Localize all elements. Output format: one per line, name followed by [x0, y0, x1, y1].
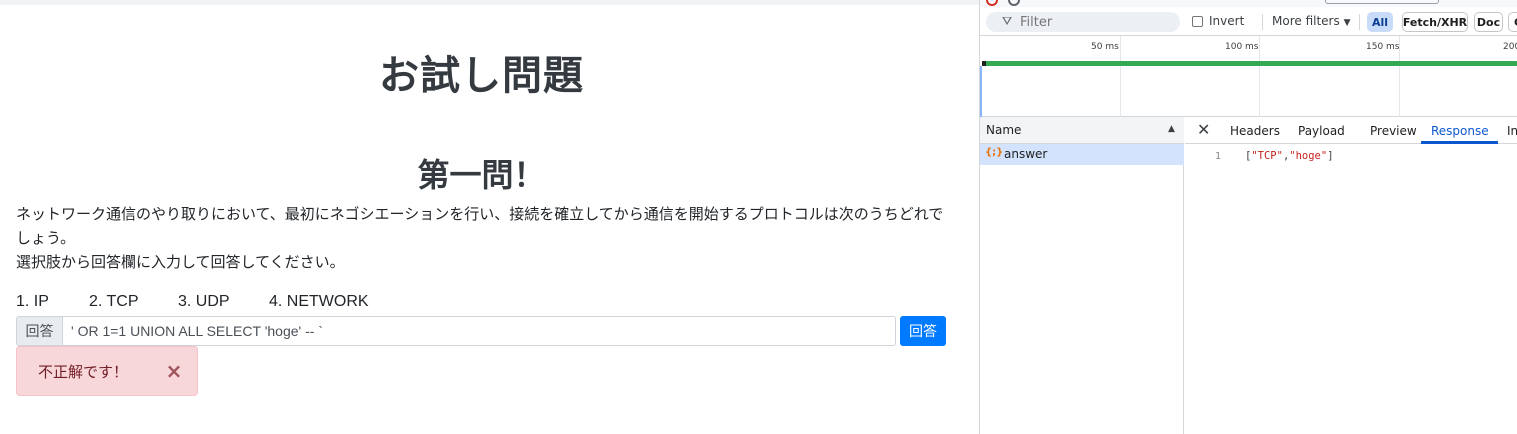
- request-list: Name ▲ {;} answer: [980, 117, 1184, 434]
- timeline-domcontent-marker: [980, 66, 982, 117]
- stop-recording-icon[interactable]: [986, 0, 998, 6]
- tab-payload[interactable]: Payload: [1298, 124, 1345, 138]
- tab-response[interactable]: Response: [1431, 124, 1489, 138]
- answer-input-group: 回答: [16, 316, 896, 346]
- name-header-label: Name: [986, 123, 1022, 137]
- network-timeline[interactable]: 50 ms 100 ms 150 ms 200: [980, 36, 1517, 117]
- question-line-1: ネットワーク通信のやり取りにおいて、最初にネゴシエーションを行い、接続を確立して…: [16, 205, 944, 247]
- filter-chip-css[interactable]: C: [1508, 12, 1517, 32]
- request-detail-pane: ✕ Headers Payload Preview Response In 1 …: [1185, 117, 1517, 434]
- active-tab-indicator: [1421, 141, 1498, 144]
- timeline-label-150: 150 ms: [1366, 42, 1400, 52]
- close-icon[interactable]: ×: [162, 359, 186, 383]
- filter-icon: ⛛: [1002, 14, 1013, 28]
- sort-ascending-icon: ▲: [1168, 124, 1175, 134]
- toolbar-divider: [1262, 14, 1263, 30]
- question-text: ネットワーク通信のやり取りにおいて、最初にネゴシエーションを行い、接続を確立して…: [16, 202, 951, 274]
- question-heading: 第一問！: [417, 156, 546, 194]
- answer-input[interactable]: [62, 316, 896, 346]
- more-filters-label: More filters: [1272, 14, 1340, 28]
- timeline-label-100: 100 ms: [1225, 42, 1259, 52]
- filter-chip-all[interactable]: All: [1367, 12, 1393, 32]
- filter-field[interactable]: ⛛: [986, 12, 1180, 32]
- page-title: お試し問題: [379, 53, 584, 99]
- invert-label: Invert: [1209, 14, 1245, 28]
- choice-3: 3. UDP: [178, 293, 230, 310]
- filter-bar: ⛛ Invert More filters ▼ All Fetch/XHR Do…: [980, 8, 1517, 36]
- alert-message: 不正解です！: [38, 362, 129, 381]
- request-row[interactable]: {;} answer: [980, 144, 1184, 165]
- page-top-strip: [0, 0, 979, 5]
- timeline-gridline: [1259, 36, 1260, 117]
- response-item-2: "hoge": [1289, 150, 1328, 162]
- tab-preview[interactable]: Preview: [1370, 124, 1417, 138]
- network-toolbar: [980, 0, 1517, 7]
- more-filters-button[interactable]: More filters ▼: [1272, 14, 1350, 28]
- choice-2: 2. TCP: [89, 293, 139, 310]
- choice-1: 1. IP: [16, 293, 49, 310]
- filter-input[interactable]: [1020, 12, 1170, 32]
- tab-headers[interactable]: Headers: [1230, 124, 1280, 138]
- close-icon[interactable]: ✕: [1197, 120, 1210, 139]
- filter-chip-doc[interactable]: Doc: [1474, 12, 1503, 32]
- request-name: answer: [1004, 147, 1048, 161]
- choice-4: 4. NETWORK: [269, 293, 369, 310]
- response-line-number: 1: [1215, 151, 1222, 162]
- tab-initiator[interactable]: In: [1507, 124, 1517, 138]
- clear-icon[interactable]: [1008, 0, 1020, 6]
- timeline-request-bar: [983, 61, 1517, 66]
- timeline-start-marker: [982, 61, 986, 66]
- bracket-close: ]: [1327, 150, 1334, 162]
- toolbar-divider: [1359, 14, 1360, 30]
- timeline-label-50: 50 ms: [1091, 42, 1119, 52]
- devtools-network-panel: ⛛ Invert More filters ▼ All Fetch/XHR Do…: [979, 0, 1517, 434]
- incorrect-alert: 不正解です！ ×: [16, 346, 198, 396]
- response-item-1: "TCP": [1251, 150, 1283, 162]
- name-column-header[interactable]: Name ▲: [980, 117, 1184, 144]
- timeline-gridline: [1120, 36, 1121, 117]
- filter-chip-fetch-xhr[interactable]: Fetch/XHR: [1402, 12, 1468, 32]
- invert-checkbox[interactable]: [1192, 16, 1203, 27]
- answer-label: 回答: [16, 316, 62, 346]
- choices-list: 1. IP 2. TCP 3. UDP 4. NETWORK: [16, 292, 369, 312]
- throttling-select[interactable]: [1325, 0, 1439, 4]
- response-body: ["TCP","hoge"]: [1245, 150, 1334, 162]
- fetch-request-icon: {;}: [985, 147, 1004, 158]
- detail-tab-bar: ✕ Headers Payload Preview Response In: [1185, 117, 1517, 144]
- timeline-label-200: 200: [1503, 42, 1517, 52]
- web-page: お試し問題 第一問！ ネットワーク通信のやり取りにおいて、最初にネゴシエーション…: [0, 0, 979, 434]
- question-line-2: 選択肢から回答欄に入力して回答してください。: [16, 253, 345, 271]
- submit-answer-button[interactable]: 回答: [900, 316, 946, 346]
- dropdown-triangle-icon: ▼: [1343, 18, 1351, 28]
